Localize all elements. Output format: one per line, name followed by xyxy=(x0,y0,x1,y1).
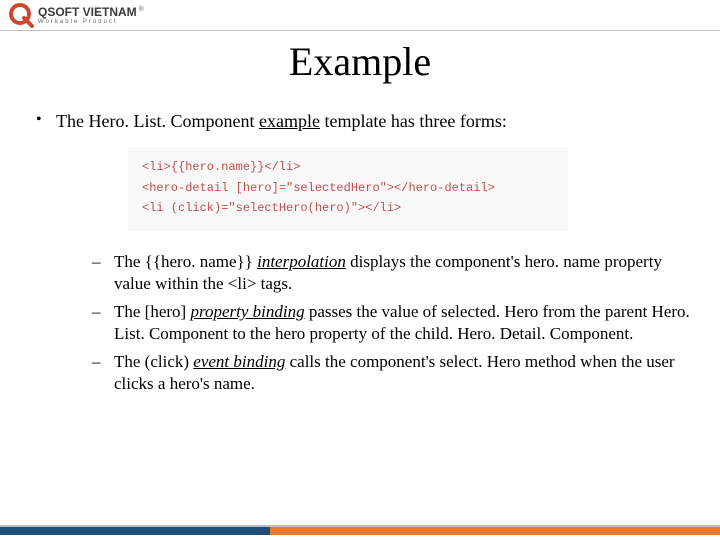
logo-tagline: Workable Product xyxy=(38,19,144,25)
interpolation-link[interactable]: interpolation xyxy=(257,252,346,271)
bullet-main: The Hero. List. Component example templa… xyxy=(32,110,692,395)
event-binding-link[interactable]: event binding xyxy=(193,352,285,371)
text: The (click) xyxy=(114,352,193,371)
text: template has three forms: xyxy=(320,111,507,131)
logo-mark-icon xyxy=(8,2,34,28)
logo-title: QSOFT VIETNAM® xyxy=(38,6,144,18)
header-divider xyxy=(0,30,720,31)
sub-bullet-interpolation: The {{hero. name}} interpolation display… xyxy=(92,251,692,295)
property-binding-link[interactable]: property binding xyxy=(190,302,304,321)
slide-body: The Hero. List. Component example templa… xyxy=(32,110,692,405)
sub-bullet-event-binding: The (click) event binding calls the comp… xyxy=(92,351,692,395)
example-link[interactable]: example xyxy=(259,111,320,131)
sub-bullet-property-binding: The [hero] property binding passes the v… xyxy=(92,301,692,345)
footer-accent-blue xyxy=(0,527,270,535)
text: The {{hero. name}} xyxy=(114,252,257,271)
text: The Hero. List. Component xyxy=(56,111,259,131)
slide: QSOFT VIETNAM® Workable Product Example … xyxy=(0,0,720,540)
slide-title: Example xyxy=(0,38,720,85)
brand-logo: QSOFT VIETNAM® Workable Product xyxy=(8,2,144,28)
text: The [hero] xyxy=(114,302,190,321)
code-block: <li>{{hero.name}}</li> <hero-detail [her… xyxy=(128,147,568,230)
footer-accent-orange xyxy=(252,527,720,535)
